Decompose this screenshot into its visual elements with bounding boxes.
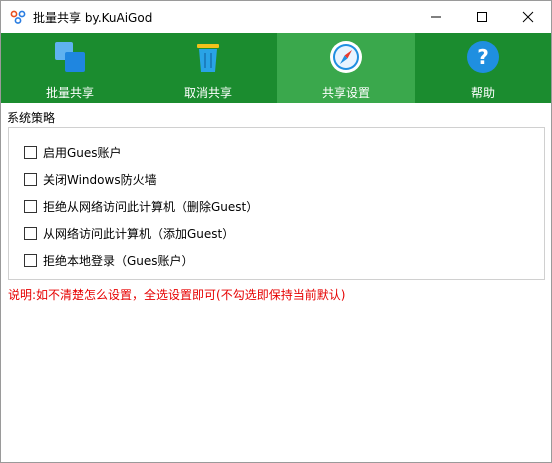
maximize-button[interactable]	[459, 1, 505, 33]
checkbox[interactable]	[24, 253, 37, 267]
tab-label: 取消共享	[183, 86, 232, 100]
tab-help[interactable]: ? 帮助	[415, 33, 551, 103]
minimize-button[interactable]	[413, 1, 459, 33]
squares-icon	[55, 42, 85, 72]
tab-label: 共享设置	[321, 86, 370, 100]
option-enable-guest[interactable]: 启用Gues账户	[24, 143, 122, 161]
close-icon	[522, 11, 534, 23]
window-title: 批量共享 by.KuAiGod	[33, 11, 153, 25]
tab-cancel-share[interactable]: 取消共享	[139, 33, 277, 103]
instruction-note: 说明:如不清楚怎么设置，全选设置即可(不勾选即保持当前默认)	[8, 288, 346, 302]
option-label: 拒绝从网络访问此计算机（删除Guest）	[43, 199, 259, 214]
option-deny-network-access[interactable]: 拒绝从网络访问此计算机（删除Guest）	[24, 197, 258, 215]
svg-text:?: ?	[477, 45, 489, 69]
checkbox[interactable]	[24, 199, 37, 213]
help-icon: ?	[467, 41, 499, 73]
tab-batch-share[interactable]: 批量共享	[1, 33, 139, 103]
maximize-icon	[477, 12, 487, 22]
app-logo-icon	[10, 10, 26, 24]
checkbox[interactable]	[24, 145, 37, 159]
minimize-icon	[431, 16, 441, 18]
checkbox[interactable]	[24, 172, 37, 186]
trash-icon	[197, 44, 219, 72]
policy-group: 启用Gues账户 关闭Windows防火墙 拒绝从网络访问此计算机（删除Gues…	[8, 127, 545, 280]
option-label: 从网络访问此计算机（添加Guest）	[43, 226, 235, 241]
option-deny-local-logon[interactable]: 拒绝本地登录（Gues账户）	[24, 251, 194, 269]
tab-label: 批量共享	[45, 86, 94, 100]
section-title: 系统策略	[7, 111, 56, 125]
app-window: 批量共享 by.KuAiGod 批量共享 取消共享 共享设置 ? 帮助 系统策略…	[0, 0, 552, 463]
compass-icon	[330, 41, 362, 73]
option-label: 关闭Windows防火墙	[43, 172, 157, 187]
option-label: 拒绝本地登录（Gues账户）	[43, 253, 194, 268]
option-allow-network-access[interactable]: 从网络访问此计算机（添加Guest）	[24, 224, 234, 242]
title-bar[interactable]: 批量共享 by.KuAiGod	[1, 1, 551, 33]
option-label: 启用Gues账户	[43, 145, 122, 160]
tab-share-settings[interactable]: 共享设置	[277, 33, 415, 103]
tab-label: 帮助	[470, 86, 495, 100]
close-button[interactable]	[505, 1, 551, 33]
main-toolbar: 批量共享 取消共享 共享设置 ? 帮助	[1, 33, 551, 103]
option-disable-firewall[interactable]: 关闭Windows防火墙	[24, 170, 157, 188]
settings-panel: 系统策略 启用Gues账户 关闭Windows防火墙 拒绝从网络访问此计算机（删…	[1, 103, 551, 462]
checkbox[interactable]	[24, 226, 37, 240]
